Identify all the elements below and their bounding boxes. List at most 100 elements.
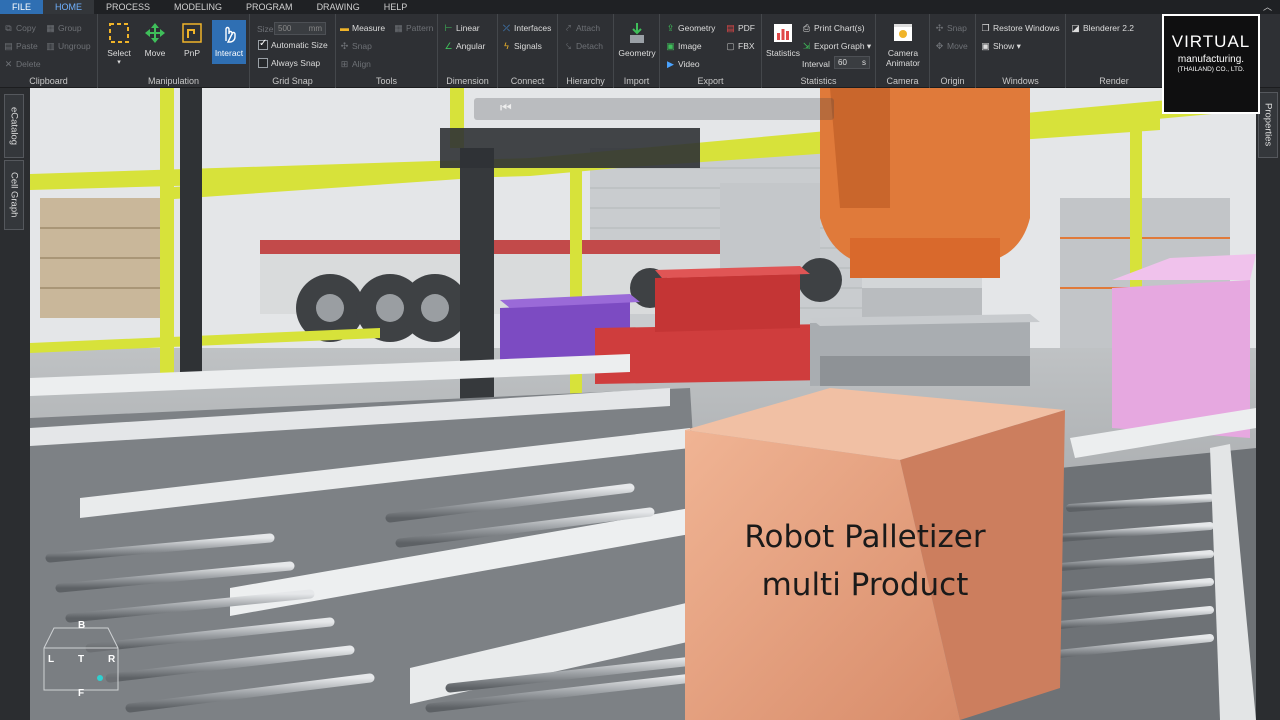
linear-dimension-icon: ⊢ bbox=[444, 22, 453, 33]
export-graph-label: Export Graph ▾ bbox=[814, 41, 872, 51]
align-button[interactable]: ⊞ Align bbox=[340, 59, 371, 69]
ungroup-button[interactable]: ▥ Ungroup bbox=[46, 40, 90, 51]
angular-button[interactable]: ∠ Angular bbox=[444, 41, 485, 51]
import-geometry-button[interactable]: Geometry bbox=[617, 20, 657, 58]
import-geometry-icon bbox=[624, 20, 650, 46]
statistics-button[interactable]: Statistics bbox=[765, 20, 801, 58]
pnp-button[interactable]: PnP bbox=[175, 20, 209, 58]
pattern-label: Pattern bbox=[406, 23, 434, 33]
export-graph-button[interactable]: ⇲ Export Graph ▾ bbox=[802, 41, 871, 52]
move-label: Move bbox=[144, 48, 166, 58]
company-logo: VIRTUAL manufacturing. (THAILAND) CO., L… bbox=[1162, 14, 1260, 114]
interval-input[interactable]: 60 s bbox=[834, 56, 870, 69]
nav-cube-front[interactable]: F bbox=[78, 688, 84, 699]
blenderer-button[interactable]: ◪ Blenderer 2.2 bbox=[1071, 23, 1134, 33]
origin-move-button[interactable]: ✥ Move bbox=[935, 41, 968, 51]
render-title: Render bbox=[1099, 76, 1129, 86]
attach-button[interactable]: ⤤ Attach bbox=[564, 23, 600, 33]
clipboard-title: Clipboard bbox=[29, 76, 68, 86]
statistics-label: Statistics bbox=[765, 48, 800, 58]
paste-icon: ▤ bbox=[4, 40, 13, 51]
grid-size-input[interactable]: 500 mm bbox=[274, 22, 326, 35]
print-charts-button[interactable]: ⎙ Print Chart(s) bbox=[802, 23, 865, 33]
group-tools: ▬ Measure ▦ Pattern ✣ Snap ⊞ Align Tools bbox=[336, 14, 438, 88]
measure-button[interactable]: ▬ Measure bbox=[340, 23, 385, 33]
group-hierarchy: ⤤ Attach ⤥ Detach Hierarchy bbox=[558, 14, 614, 88]
menu-help[interactable]: HELP bbox=[372, 0, 420, 14]
export-fbx-label: FBX bbox=[738, 41, 755, 51]
restore-windows-button[interactable]: ❐ Restore Windows bbox=[981, 23, 1059, 33]
origin-snap-label: Snap bbox=[947, 23, 967, 33]
menu-modeling[interactable]: MODELING bbox=[162, 0, 234, 14]
rewind-icon[interactable]: ⏮ bbox=[500, 100, 512, 116]
show-button[interactable]: ▣ Show ▾ bbox=[981, 41, 1021, 52]
menu-home[interactable]: HOME bbox=[43, 0, 95, 14]
caption-line2: multi Product bbox=[761, 567, 969, 603]
group-windows: ❐ Restore Windows ▣ Show ▾ Windows bbox=[976, 14, 1066, 88]
navigation-cube[interactable]: B L T R F bbox=[40, 618, 122, 700]
export-geometry-button[interactable]: ⇪ Geometry bbox=[666, 23, 716, 33]
blender-icon: ◪ bbox=[1071, 22, 1080, 33]
nav-cube-right[interactable]: R bbox=[108, 654, 115, 665]
select-button[interactable]: Select ▾ bbox=[102, 20, 136, 66]
pnp-label: PnP bbox=[183, 48, 201, 58]
tools-snap-button[interactable]: ✣ Snap bbox=[340, 41, 372, 51]
tab-ecatalog[interactable]: eCatalog bbox=[4, 94, 24, 158]
camera-title: Camera bbox=[886, 76, 919, 86]
export-video-button[interactable]: ▶ Video bbox=[666, 59, 700, 69]
angular-label: Angular bbox=[456, 41, 486, 51]
left-dock: eCatalog Cell Graph bbox=[0, 88, 30, 720]
viewport-toolbar[interactable]: ⏮ bbox=[474, 98, 834, 120]
menu-program[interactable]: PROGRAM bbox=[234, 0, 305, 14]
always-snap-label: Always Snap bbox=[271, 58, 321, 68]
collapse-ribbon-icon[interactable]: ︿ bbox=[1263, 0, 1272, 14]
always-snap-checkbox[interactable]: Always Snap bbox=[258, 58, 320, 68]
interact-button[interactable]: Interact bbox=[212, 20, 246, 64]
export-image-button[interactable]: ▣ Image bbox=[666, 41, 701, 51]
copy-button[interactable]: ⧉ Copy bbox=[4, 23, 36, 33]
export-pdf-label: PDF bbox=[738, 23, 755, 33]
grid-size-unit: mm bbox=[308, 24, 322, 33]
camera-animator-label: Camera Animator bbox=[885, 48, 920, 68]
video-caption: Robot Palletizer multi Product bbox=[730, 513, 1000, 609]
grid-size-label: Size bbox=[257, 24, 274, 34]
group-connect: ⤫ Interfaces ϟ Signals Connect bbox=[498, 14, 558, 88]
3d-viewport[interactable]: ⏮ Robot Palletizer multi Product B L T R… bbox=[30, 88, 1256, 720]
tab-properties[interactable]: Properties bbox=[1258, 92, 1278, 158]
export-pdf-button[interactable]: ▤ PDF bbox=[726, 23, 755, 33]
group-button[interactable]: ▦ Group bbox=[46, 23, 81, 33]
group-import: Geometry Import bbox=[614, 14, 660, 88]
move-icon bbox=[142, 20, 168, 46]
camera-animator-button[interactable]: Camera Animator bbox=[880, 20, 926, 68]
signals-button[interactable]: ϟ Signals bbox=[502, 41, 542, 51]
measure-label: Measure bbox=[352, 23, 386, 33]
paste-button[interactable]: ▤ Paste bbox=[4, 41, 38, 51]
pattern-button[interactable]: ▦ Pattern bbox=[394, 23, 433, 33]
ruler-icon: ▬ bbox=[340, 22, 349, 33]
linear-button[interactable]: ⊢ Linear bbox=[444, 23, 480, 33]
automatic-size-label: Automatic Size bbox=[271, 40, 328, 50]
move-button[interactable]: Move bbox=[138, 20, 172, 58]
automatic-size-checkbox[interactable]: Automatic Size bbox=[258, 38, 328, 50]
film-reel-icon bbox=[890, 20, 916, 46]
nav-cube-back[interactable]: B bbox=[78, 620, 85, 631]
attach-icon: ⤤ bbox=[565, 22, 572, 33]
detach-button[interactable]: ⤥ Detach bbox=[564, 41, 603, 51]
ungroup-icon: ▥ bbox=[46, 40, 55, 51]
delete-button[interactable]: ✕ Delete bbox=[4, 59, 41, 69]
tab-cell-graph[interactable]: Cell Graph bbox=[4, 160, 24, 230]
snap-icon: ✣ bbox=[340, 40, 349, 51]
export-fbx-button[interactable]: ▢ FBX bbox=[726, 41, 755, 51]
right-dock: Properties bbox=[1256, 88, 1280, 720]
group-export: ⇪ Geometry ▣ Image ▶ Video ▤ PDF ▢ FBX Export bbox=[660, 14, 762, 88]
logo-line2: manufacturing. bbox=[1177, 54, 1245, 65]
menu-process[interactable]: PROCESS bbox=[94, 0, 162, 14]
nav-cube-left[interactable]: L bbox=[48, 654, 54, 665]
statistics-title: Statistics bbox=[800, 76, 837, 86]
select-dropdown-icon[interactable]: ▾ bbox=[102, 58, 136, 66]
interfaces-button[interactable]: ⤫ Interfaces bbox=[502, 23, 551, 33]
origin-snap-button[interactable]: ✣ Snap bbox=[935, 23, 967, 33]
nav-cube-top[interactable]: T bbox=[78, 654, 84, 665]
menu-file[interactable]: FILE bbox=[0, 0, 44, 14]
menu-drawing[interactable]: DRAWING bbox=[305, 0, 372, 14]
